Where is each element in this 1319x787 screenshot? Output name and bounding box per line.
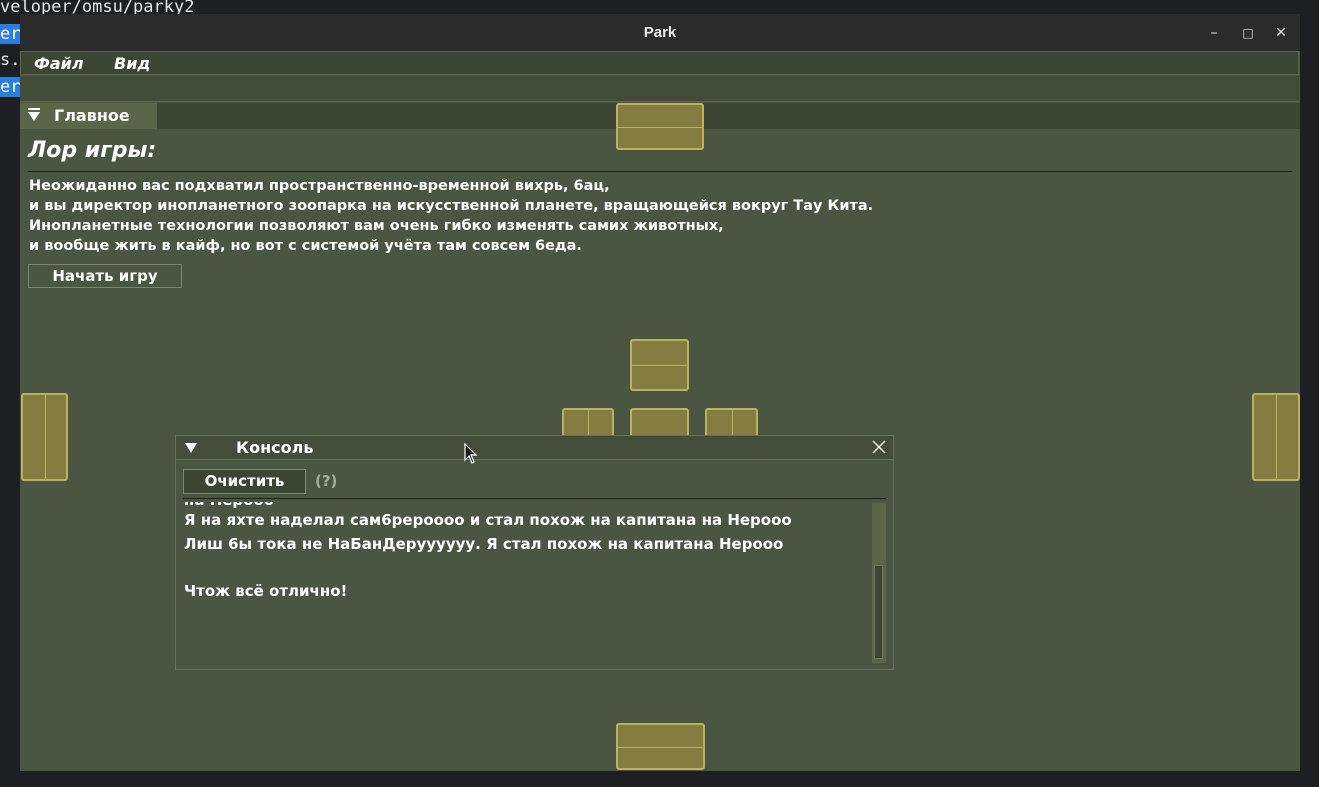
window-title: Park <box>643 24 677 41</box>
close-icon[interactable] <box>871 439 887 455</box>
divider <box>183 498 886 499</box>
menu-bar: Файл Вид <box>20 51 1299 75</box>
title-bar[interactable]: Park – □ ✕ <box>20 14 1300 51</box>
start-game-button[interactable]: Начать игру <box>28 264 182 288</box>
scrollbar-thumb[interactable] <box>874 565 883 659</box>
log-line: Лиш 6ы тока не НаБанДеруууууу. Я стал по… <box>184 535 784 553</box>
main-panel-tab[interactable]: Главное <box>20 103 157 129</box>
clear-button[interactable]: Очистить <box>183 469 306 494</box>
log-line: Я на яхте наделал сам6рерoooo и стал пох… <box>184 511 792 529</box>
toolbar-strip <box>20 76 1299 102</box>
terminal-fragment: er <box>0 77 21 97</box>
terminal-fragment: er <box>0 24 21 44</box>
console-log: на Нероoo Я на яхте наделал сам6рерoooo … <box>184 502 864 667</box>
maximize-button[interactable]: □ <box>1238 23 1258 43</box>
divider <box>28 171 1292 172</box>
dock-line <box>618 746 703 748</box>
console-window[interactable]: Консоль Очистить (?) на Нероoo Я на яхте… <box>175 435 894 670</box>
dock-line <box>44 395 46 479</box>
dock-target-bottom[interactable] <box>616 723 705 770</box>
app-window: Park – □ ✕ Файл Вид Главное Лор игры: Не… <box>20 14 1300 771</box>
dock-line <box>618 126 702 128</box>
collapse-triangle-icon[interactable] <box>28 112 40 121</box>
console-title: Консоль <box>236 438 314 457</box>
dock-line <box>1276 395 1277 479</box>
lore-heading: Лор игры: <box>28 138 157 163</box>
dock-target-top[interactable] <box>616 103 704 150</box>
dock-target-right[interactable] <box>1252 393 1300 481</box>
minimize-button[interactable]: – <box>1204 23 1224 43</box>
main-panel-title: Главное <box>54 106 130 125</box>
dock-line <box>632 365 687 366</box>
menu-file[interactable]: Файл <box>34 53 84 75</box>
dock-target-center-top[interactable] <box>630 339 689 391</box>
log-line: на Нероoo <box>184 502 864 510</box>
mouse-cursor-icon <box>464 443 478 464</box>
close-button[interactable]: ✕ <box>1271 23 1291 43</box>
console-header[interactable]: Консоль <box>176 436 893 460</box>
dock-target-left[interactable] <box>21 393 68 481</box>
terminal-fragment: s. <box>0 50 21 70</box>
collapse-triangle-icon[interactable] <box>185 443 197 453</box>
lore-text: Неожиданно вас подхватил пространственно… <box>29 178 874 254</box>
help-marker[interactable]: (?) <box>315 469 337 494</box>
collapse-icon-bar <box>28 108 40 110</box>
console-scrollbar[interactable] <box>872 503 886 663</box>
log-line: Чтож всё отлично! <box>184 582 348 600</box>
menu-view[interactable]: Вид <box>114 53 150 75</box>
